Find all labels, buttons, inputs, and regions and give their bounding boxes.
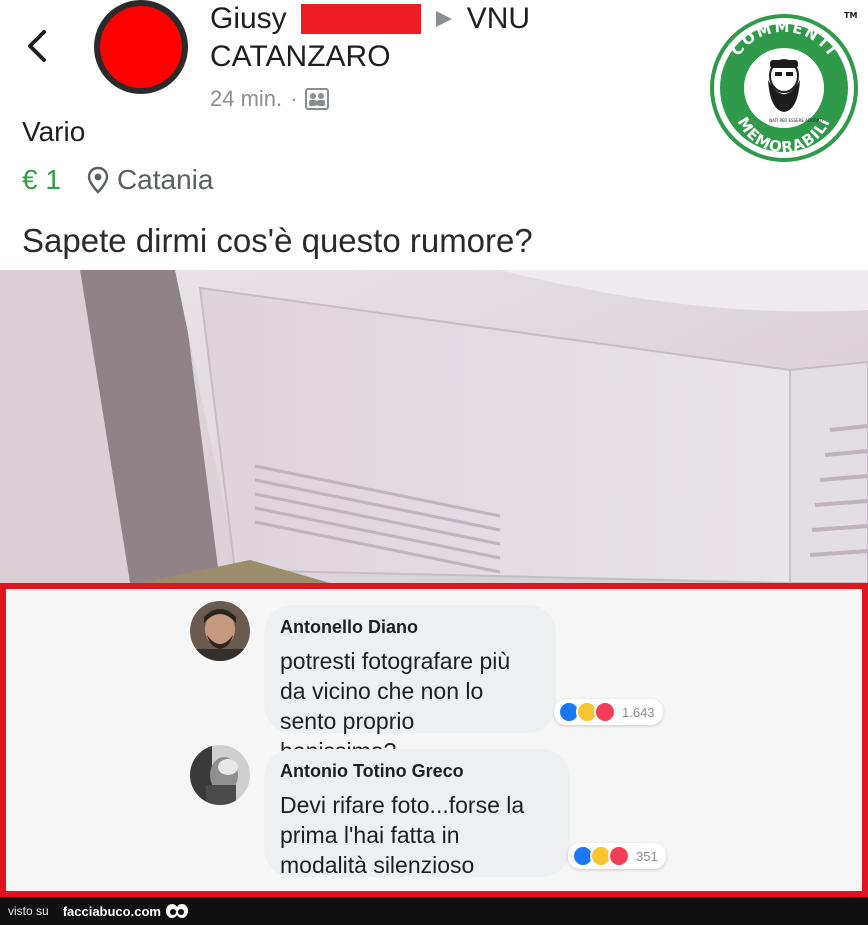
comment-bubble: Antonello Diano potresti fotografare più… — [264, 605, 556, 764]
eyes-icon — [165, 904, 188, 918]
love-icon — [594, 701, 616, 723]
post-author-line: Giusy VNU — [210, 2, 530, 36]
footer-prefix: visto su — [8, 904, 49, 918]
author-avatar[interactable] — [94, 0, 188, 94]
listing-price: € 1 — [22, 164, 61, 195]
listing-category: Vario — [22, 116, 86, 147]
listing-place[interactable]: Catania — [117, 164, 214, 196]
group-audience-icon — [305, 88, 330, 110]
dryer-photo-illustration — [0, 270, 868, 583]
author-surname-redaction — [300, 4, 421, 34]
svg-text:TM: TM — [844, 11, 857, 20]
author-name[interactable]: Giusy — [210, 2, 287, 36]
post-text: Sapete dirmi cos'è questo rumore? — [22, 222, 533, 259]
comment-text: potresti fotografare più da vicino che n… — [280, 648, 511, 764]
meta-separator: · — [290, 86, 298, 111]
price-location-row: € 1 Catania — [22, 164, 213, 196]
footer-site-link[interactable]: facciabuco.com — [63, 904, 161, 919]
love-icon — [608, 845, 630, 867]
avatar-redaction — [100, 6, 182, 88]
reaction-count: 351 — [636, 848, 658, 864]
location-pin-icon — [87, 166, 109, 194]
reaction-summary[interactable]: 351 — [568, 843, 666, 869]
watermark-footer: visto su facciabuco.com — [0, 897, 868, 925]
reaction-summary[interactable]: 1.643 — [554, 699, 663, 725]
group-name[interactable]: VNU — [467, 2, 530, 36]
commenti-memorabili-logo: COMMENTI MEMORABILI NATI PER ESSERE ADOR… — [710, 11, 858, 162]
commenter-avatar[interactable] — [190, 745, 250, 805]
svg-text:NATI PER ESSERE ADORATI: NATI PER ESSERE ADORATI — [769, 118, 823, 123]
post-time[interactable]: 24 min. — [210, 86, 282, 112]
post-photo[interactable] — [0, 270, 868, 583]
triangle-right-icon — [435, 11, 452, 27]
comment-text: Devi rifare foto...forse la prima l'hai … — [280, 792, 525, 878]
reaction-count: 1.643 — [622, 704, 655, 720]
commenter-avatar[interactable] — [190, 601, 250, 661]
back-arrow-icon[interactable] — [22, 26, 50, 66]
highlighted-comments: Antonello Diano potresti fotografare più… — [0, 583, 868, 897]
location-header: CATANZARO — [210, 40, 391, 73]
commenter-name[interactable]: Antonello Diano — [280, 617, 534, 638]
post-meta: 24 min. · — [210, 86, 330, 112]
comment-bubble: Antonio Totino Greco Devi rifare foto...… — [264, 749, 570, 878]
commenter-name[interactable]: Antonio Totino Greco — [280, 761, 548, 782]
